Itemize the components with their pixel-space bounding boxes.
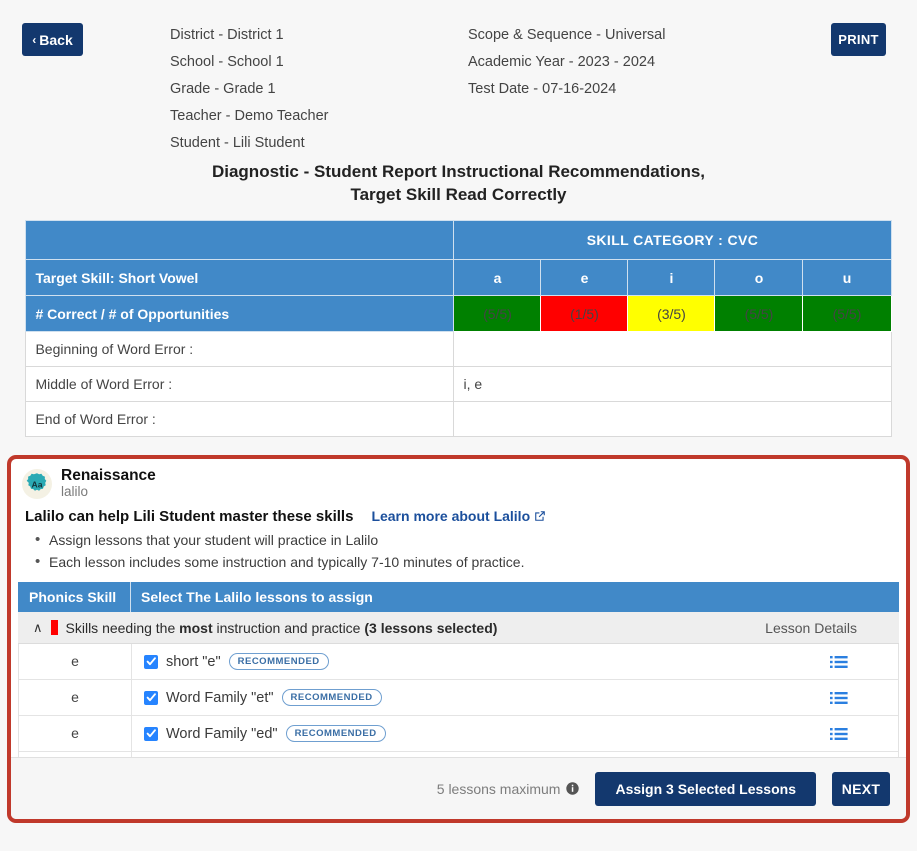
recommended-badge: RECOMMENDED <box>285 725 386 743</box>
group-emphasis: most <box>179 619 213 636</box>
category-blank-cell <box>25 220 455 260</box>
lesson-row[interactable]: e Word Family "et" RECOMMENDED <box>19 680 898 717</box>
lalilo-recommendation-panel: Aa Renaissance lalilo Lalilo can help Li… <box>7 455 910 823</box>
beginning-error-label: Beginning of Word Error : <box>25 331 455 367</box>
learn-more-label: Learn more about Lalilo <box>371 508 531 525</box>
score-cell-i: (3/5) <box>627 295 716 332</box>
recommended-badge: RECOMMENDED <box>228 653 329 671</box>
table-row-beginning-error: Beginning of Word Error : <box>25 331 892 367</box>
page-title: Diagnostic - Student Report Instructiona… <box>0 160 917 206</box>
score-cell-e: (1/5) <box>540 295 629 332</box>
lalilo-bullet-2: Each lesson includes some instruction an… <box>35 551 906 573</box>
lesson-checkbox[interactable] <box>144 654 158 669</box>
header-phonics-skill: Phonics Skill <box>18 582 131 613</box>
table-row-middle-error: Middle of Word Error : i, e <box>25 366 892 402</box>
score-cell-u: (5/5) <box>802 295 892 332</box>
score-cell-o: (5/5) <box>714 295 804 332</box>
meta-grade: Grade - Grade 1 <box>170 81 276 97</box>
lesson-checkbox[interactable] <box>144 726 158 741</box>
table-row-scores: # Correct / # of Opportunities (5/5) (1/… <box>25 295 892 332</box>
brand-subtitle: lalilo <box>61 483 89 499</box>
meta-academic-year: Academic Year - 2023 - 2024 <box>468 54 656 70</box>
skill-category-header: SKILL CATEGORY : CVC <box>453 220 892 260</box>
meta-column-left: District - District 1 School - School 1 … <box>170 22 329 157</box>
lalilo-bullet-1: Assign lessons that your student will pr… <box>35 529 906 551</box>
lalilo-footer-bar: 5 lessons maximum Assign 3 Selected Less… <box>11 757 906 819</box>
opportunities-label: # Correct / # of Opportunities <box>25 295 455 332</box>
print-button[interactable]: PRINT <box>831 23 886 56</box>
external-link-icon <box>535 511 545 522</box>
back-button[interactable]: ‹ Back <box>22 23 83 56</box>
beginning-error-value <box>453 331 892 367</box>
table-row-category: SKILL CATEGORY : CVC <box>25 220 892 260</box>
vowel-header-o: o <box>714 259 804 296</box>
lesson-table: Phonics Skill Select The Lalilo lessons … <box>18 582 899 763</box>
page-title-line1: Diagnostic - Student Report Instructiona… <box>211 162 706 181</box>
back-button-label: Back <box>39 31 73 48</box>
header-lesson-details: Lesson Details <box>765 619 857 636</box>
header-select-lessons: Select The Lalilo lessons to assign <box>141 589 373 606</box>
lesson-name: Word Family "ed" <box>166 725 278 742</box>
lesson-scroll-area[interactable]: e short "e" RECOMMENDED e Word Family "e… <box>18 644 899 763</box>
middle-error-value: i, e <box>453 366 892 402</box>
lesson-checkbox[interactable] <box>144 690 158 705</box>
meta-district: District - District 1 <box>170 27 284 43</box>
report-header: ‹ Back District - District 1 School - Sc… <box>0 0 917 160</box>
group-prefix: Skills needing the <box>65 619 180 636</box>
meta-teacher: Teacher - Demo Teacher <box>170 108 329 124</box>
renaissance-logo-icon: Aa <box>22 468 52 499</box>
brand-name: Renaissance <box>61 467 156 484</box>
lesson-group-label: Skills needing the most instruction and … <box>66 620 498 636</box>
lesson-name: short "e" <box>166 653 221 670</box>
vowel-header-e: e <box>540 259 629 296</box>
lesson-name: Word Family "et" <box>166 689 274 706</box>
middle-error-label: Middle of Word Error : <box>25 366 455 402</box>
lesson-table-header: Phonics Skill Select The Lalilo lessons … <box>18 582 899 613</box>
target-skill-table: SKILL CATEGORY : CVC Target Skill: Short… <box>25 220 892 437</box>
lesson-skill: e <box>19 716 132 752</box>
score-cell-a: (5/5) <box>453 295 542 332</box>
lesson-skill: e <box>19 680 132 716</box>
meta-test-date: Test Date - 07-16-2024 <box>468 81 617 97</box>
lesson-row[interactable]: e Word Family "ed" RECOMMENDED <box>19 716 898 753</box>
lalilo-brand: Aa Renaissance lalilo <box>11 459 906 501</box>
chevron-left-icon: ‹ <box>32 32 37 47</box>
svg-text:Aa: Aa <box>32 479 43 489</box>
page-title-line2: Target Skill Read Correctly <box>350 185 567 204</box>
vowel-header-u: u <box>802 259 892 296</box>
end-error-value <box>453 401 892 437</box>
group-middle: instruction and practice <box>212 619 365 636</box>
lesson-group-row[interactable]: ∧ Skills needing the most instruction an… <box>18 612 899 645</box>
learn-more-link[interactable]: Learn more about Lalilo <box>371 508 546 524</box>
meta-school: School - School 1 <box>170 54 284 70</box>
lesson-details-icon[interactable] <box>780 655 898 669</box>
max-lessons-note: 5 lessons maximum <box>437 781 580 797</box>
table-row-end-error: End of Word Error : <box>25 401 892 437</box>
vowel-header-a: a <box>453 259 542 296</box>
table-row-vowels: Target Skill: Short Vowel a e i o u <box>25 259 892 296</box>
lesson-skill: e <box>19 644 132 680</box>
chevron-up-icon[interactable]: ∧ <box>33 621 43 634</box>
end-error-label: End of Word Error : <box>25 401 455 437</box>
lalilo-bullets: Assign lessons that your student will pr… <box>11 529 906 573</box>
info-icon[interactable] <box>566 782 580 795</box>
recommended-badge: RECOMMENDED <box>281 689 382 707</box>
next-button[interactable]: NEXT <box>832 771 890 806</box>
lesson-row[interactable]: e short "e" RECOMMENDED <box>19 644 898 681</box>
assign-lessons-button[interactable]: Assign 3 Selected Lessons <box>595 771 816 806</box>
max-lessons-label: 5 lessons maximum <box>436 780 561 797</box>
meta-column-right: Scope & Sequence - Universal Academic Ye… <box>468 22 665 103</box>
vowel-header-i: i <box>627 259 716 296</box>
target-skill-label: Target Skill: Short Vowel <box>25 259 455 296</box>
group-count: (3 lessons selected) <box>364 619 498 636</box>
lesson-details-icon[interactable] <box>780 691 898 705</box>
meta-student: Student - Lili Student <box>170 135 305 151</box>
lalilo-headline: Lalilo can help Lili Student master thes… <box>25 508 354 526</box>
meta-scope-sequence: Scope & Sequence - Universal <box>468 27 666 43</box>
priority-red-bar-icon <box>50 620 58 636</box>
lesson-details-icon[interactable] <box>780 727 898 741</box>
